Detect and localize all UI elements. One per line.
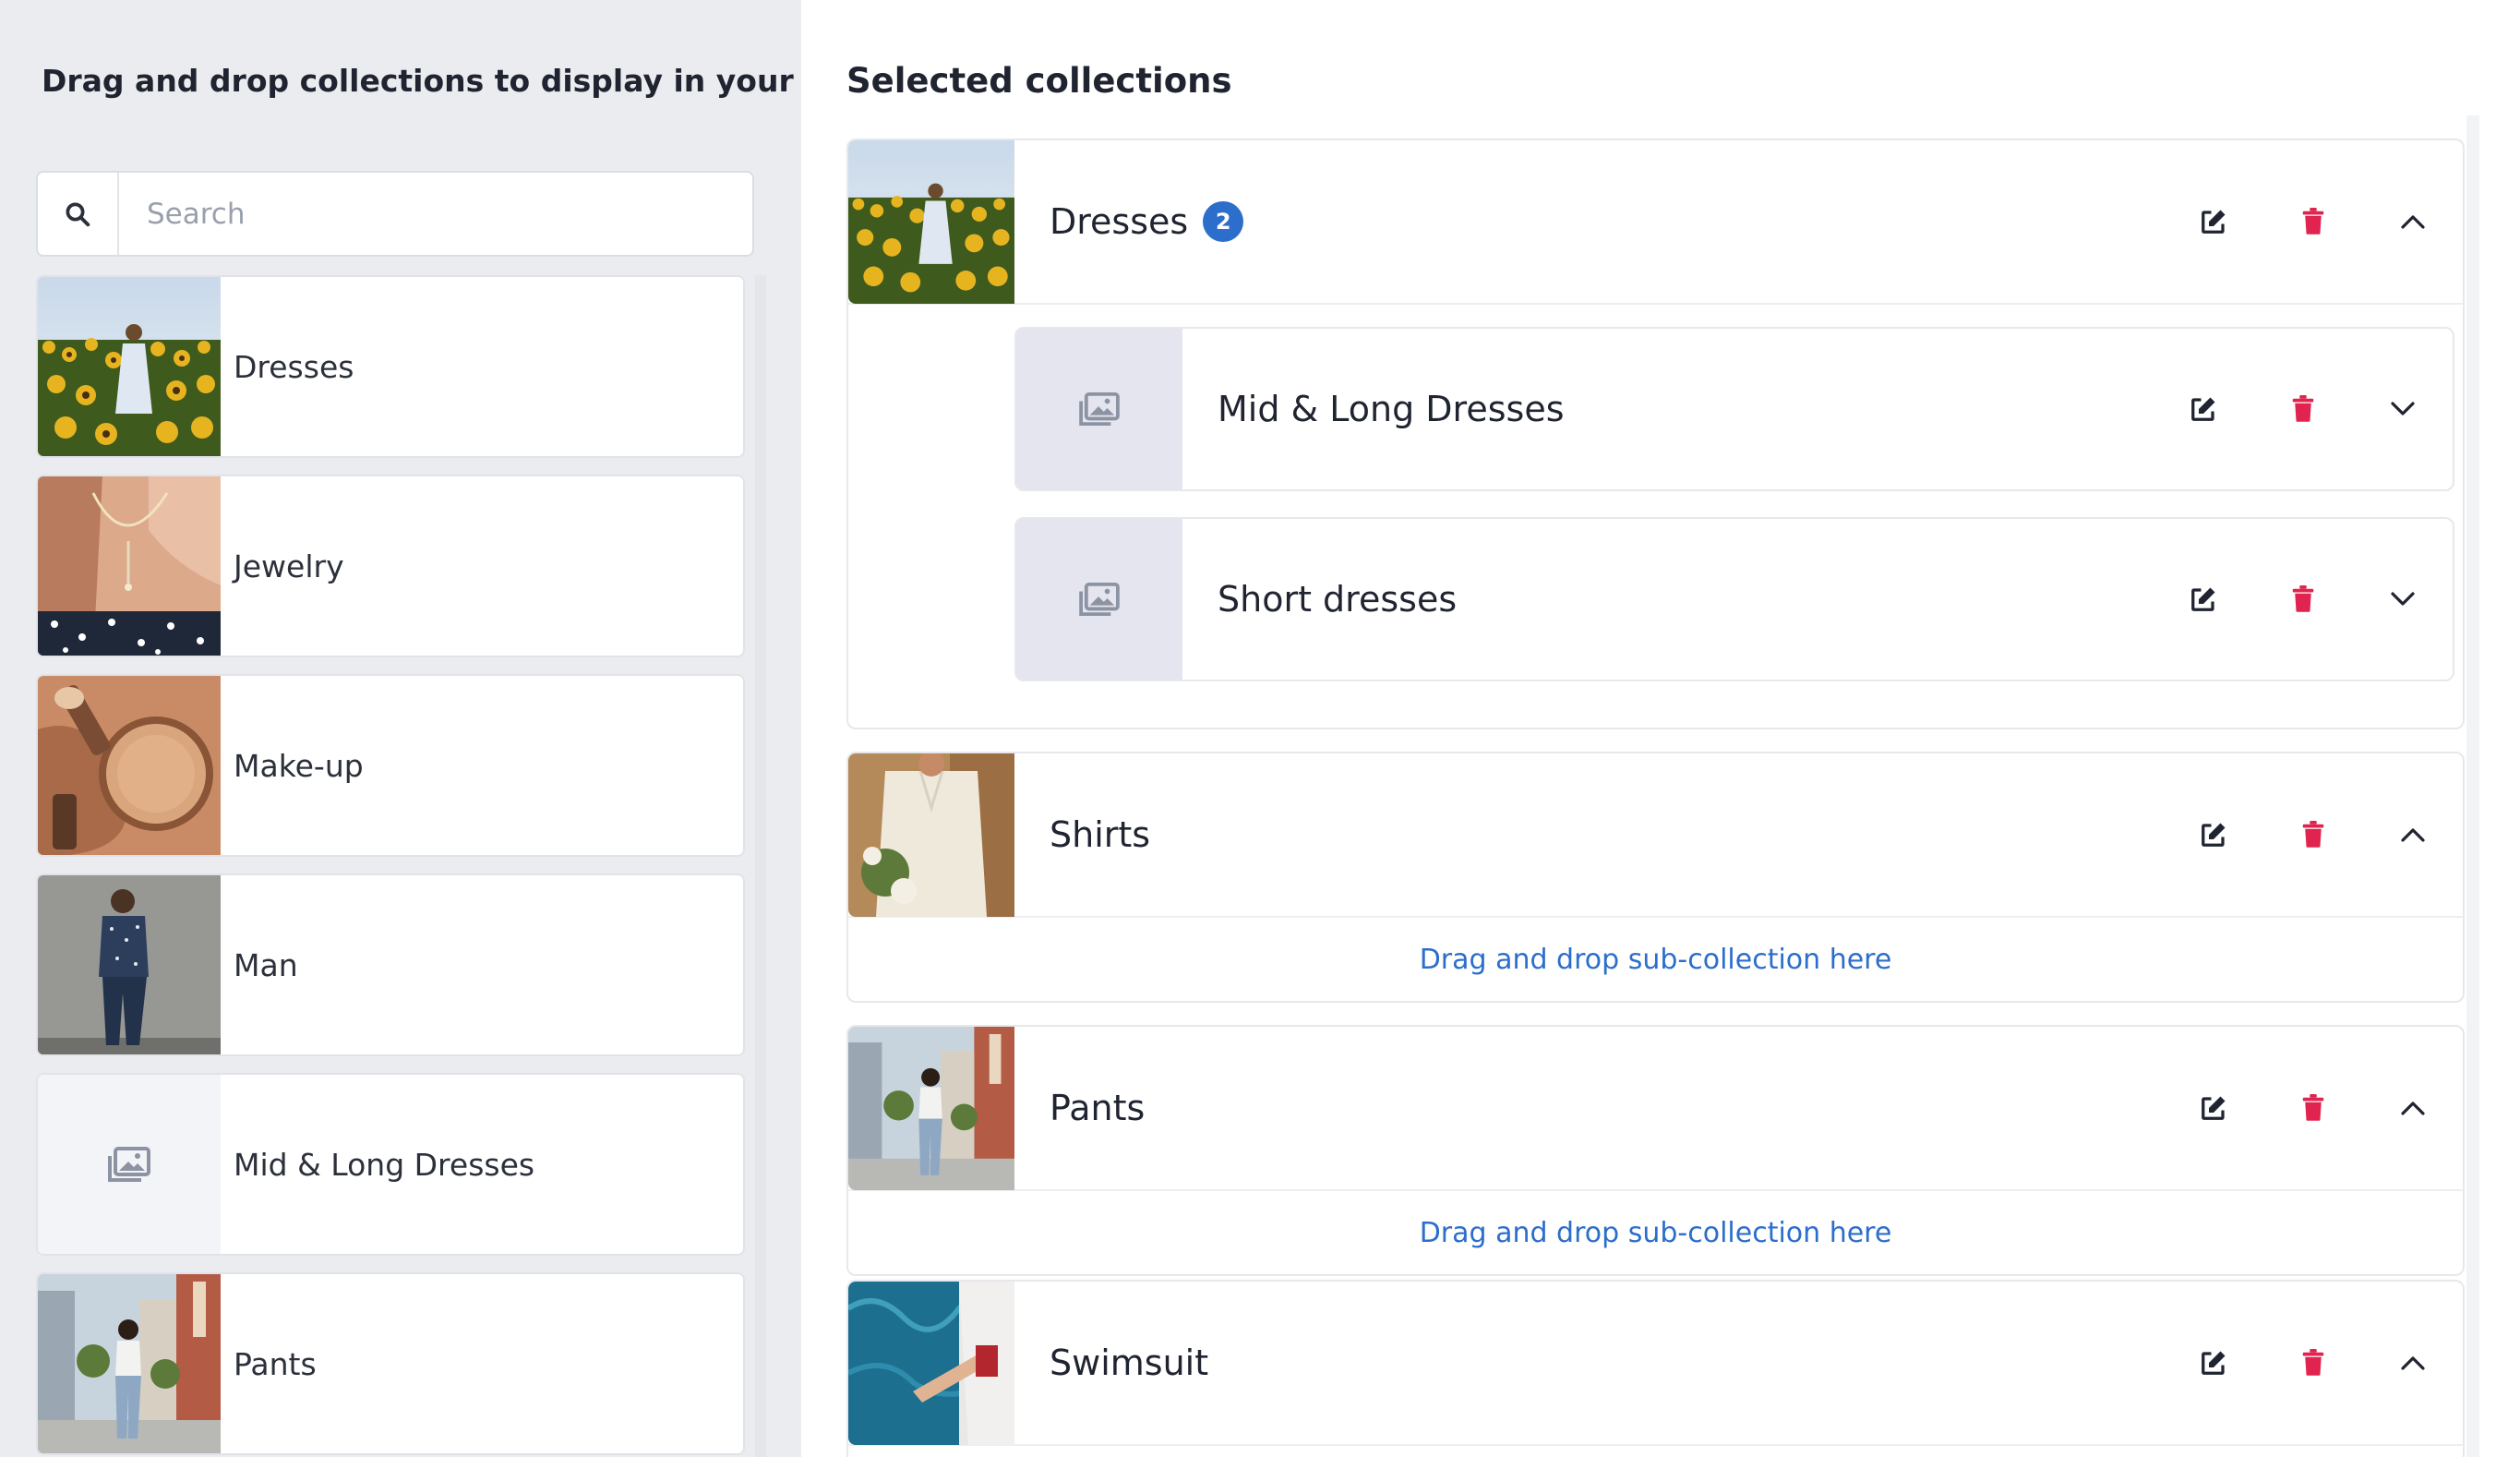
search-icon xyxy=(38,173,119,255)
chevron-down-icon xyxy=(2391,402,2415,415)
edit-icon xyxy=(2191,587,2215,611)
selected-collection-shirts[interactable]: Shirts Drag and drop sub-collection here xyxy=(846,752,2465,1003)
chevron-down-icon xyxy=(2391,592,2415,606)
chevron-up-icon xyxy=(2401,215,2425,229)
collection-thumbnail xyxy=(848,753,1014,917)
collection-name: Dresses 2 xyxy=(1050,201,1244,242)
selected-collections-title: Selected collections xyxy=(846,61,1232,101)
collection-thumbnail xyxy=(848,1027,1014,1190)
sub-collection-name: Mid & Long Dresses xyxy=(1218,389,1565,429)
edit-button[interactable] xyxy=(2154,519,2253,680)
collapse-button[interactable] xyxy=(2363,1027,2463,1189)
library-scrollbar[interactable] xyxy=(755,275,766,1457)
selected-collection-header: Shirts xyxy=(848,753,2463,918)
edit-icon xyxy=(2202,1351,2226,1375)
selected-collection-pants[interactable]: Pants Drag and drop sub-collection here xyxy=(846,1025,2465,1276)
available-collection-jewelry[interactable]: Jewelry xyxy=(36,475,745,657)
sub-collection-count-badge: 2 xyxy=(1203,201,1244,242)
collection-thumbnail xyxy=(848,140,1014,304)
edit-icon xyxy=(2202,210,2226,234)
expand-button[interactable] xyxy=(2353,519,2453,680)
image-placeholder-icon xyxy=(38,1075,221,1254)
collection-actions xyxy=(2164,140,2463,303)
collapse-button[interactable] xyxy=(2363,753,2463,916)
delete-button[interactable] xyxy=(2263,1282,2363,1444)
collection-label: Mid & Long Dresses xyxy=(234,1146,535,1183)
collection-thumbnail xyxy=(38,277,221,456)
collection-name: Shirts xyxy=(1050,814,1151,855)
collection-name-text: Dresses xyxy=(1050,201,1189,242)
collection-label: Make-up xyxy=(234,747,364,784)
edit-button[interactable] xyxy=(2164,140,2263,303)
sub-collection-actions xyxy=(2154,329,2453,489)
chevron-up-icon xyxy=(2401,828,2425,842)
trash-icon xyxy=(2292,395,2314,422)
delete-button[interactable] xyxy=(2253,519,2353,680)
delete-button[interactable] xyxy=(2263,140,2363,303)
collection-thumbnail xyxy=(848,1282,1014,1445)
collection-label: Dresses xyxy=(234,348,354,385)
collapse-button[interactable] xyxy=(2363,1282,2463,1444)
trash-icon xyxy=(2292,585,2314,612)
search-box[interactable] xyxy=(36,171,754,257)
available-collection-dresses[interactable]: Dresses xyxy=(36,275,745,458)
collection-name: Pants xyxy=(1050,1088,1146,1128)
trash-icon xyxy=(2302,1094,2324,1121)
collection-label: Man xyxy=(234,946,298,983)
collection-name: Swimsuit xyxy=(1050,1343,1209,1383)
edit-icon xyxy=(2202,1096,2226,1120)
edit-button[interactable] xyxy=(2164,1027,2263,1189)
selected-collection-header: Pants xyxy=(848,1027,2463,1191)
sub-collection-actions xyxy=(2154,519,2453,680)
available-collections-list: Dresses Jewelry Make-up Man Mid & Long D… xyxy=(36,275,745,1457)
trash-icon xyxy=(2302,821,2324,848)
edit-button[interactable] xyxy=(2164,1282,2263,1444)
sub-collection-drop-zone[interactable]: Drag and drop sub-collection here xyxy=(848,918,2463,1001)
collection-label: Pants xyxy=(234,1345,317,1382)
collections-library-panel: Drag and drop collections to display in … xyxy=(0,0,801,1457)
expand-button[interactable] xyxy=(2353,329,2453,489)
sub-collection-drop-zone[interactable]: Drag and drop sub-collection here xyxy=(848,1191,2463,1274)
available-collection-make-up[interactable]: Make-up xyxy=(36,674,745,857)
image-placeholder-icon xyxy=(1016,329,1182,489)
collapse-button[interactable] xyxy=(2363,140,2463,303)
edit-icon xyxy=(2202,823,2226,847)
edit-icon xyxy=(2191,397,2215,421)
delete-button[interactable] xyxy=(2253,329,2353,489)
trash-icon xyxy=(2302,1349,2324,1376)
chevron-up-icon xyxy=(2401,1102,2425,1115)
sub-collection-name: Short dresses xyxy=(1218,579,1458,620)
selected-scrollbar[interactable] xyxy=(2466,115,2479,1457)
collection-thumbnail xyxy=(38,676,221,855)
trash-icon xyxy=(2302,208,2324,235)
delete-button[interactable] xyxy=(2263,1027,2363,1189)
delete-button[interactable] xyxy=(2263,753,2363,916)
available-collection-mid-long-dresses[interactable]: Mid & Long Dresses xyxy=(36,1073,745,1256)
selected-collection-header: Swimsuit xyxy=(848,1282,2463,1446)
chevron-up-icon xyxy=(2401,1356,2425,1370)
collection-thumbnail xyxy=(38,476,221,656)
selected-collection-dresses[interactable]: Dresses 2 Mid & Long Dresses Short dress… xyxy=(846,138,2465,729)
library-title: Drag and drop collections to display in … xyxy=(42,63,801,99)
available-collection-man[interactable]: Man xyxy=(36,873,745,1056)
search-input[interactable] xyxy=(147,197,738,231)
selected-collection-header: Dresses 2 xyxy=(848,140,2463,305)
sub-collection-short-dresses[interactable]: Short dresses xyxy=(1014,517,2454,681)
collection-actions xyxy=(2164,1282,2463,1444)
image-placeholder-icon xyxy=(1016,519,1182,680)
collection-actions xyxy=(2164,753,2463,916)
available-collection-pants[interactable]: Pants xyxy=(36,1272,745,1455)
edit-button[interactable] xyxy=(2154,329,2253,489)
collection-thumbnail xyxy=(38,875,221,1054)
collection-actions xyxy=(2164,1027,2463,1189)
edit-button[interactable] xyxy=(2164,753,2263,916)
sub-collection-mid-long-dresses[interactable]: Mid & Long Dresses xyxy=(1014,327,2454,491)
collection-label: Jewelry xyxy=(234,548,344,584)
collection-thumbnail xyxy=(38,1274,221,1453)
selected-collection-swimsuit[interactable]: Swimsuit xyxy=(846,1280,2465,1457)
